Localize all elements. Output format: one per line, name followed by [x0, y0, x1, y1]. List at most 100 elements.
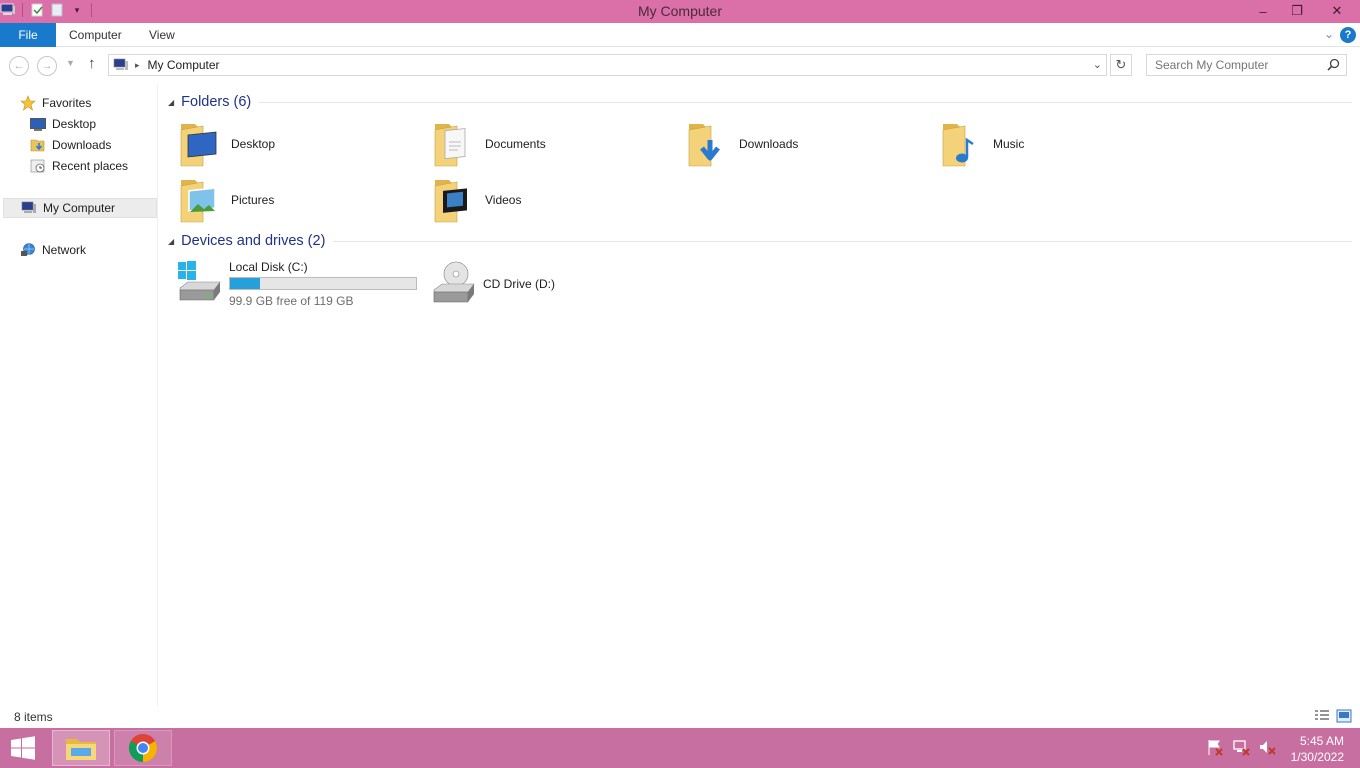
refresh-button[interactable]: ↻ [1110, 54, 1132, 76]
nav-item-label: Downloads [52, 138, 112, 152]
start-button[interactable] [8, 736, 42, 760]
taskbar-clock[interactable]: 5:45 AM 1/30/2022 [1291, 733, 1344, 765]
clock-time: 5:45 AM [1299, 734, 1344, 748]
hard-drive-icon [178, 261, 221, 301]
clock-date: 1/30/2022 [1290, 750, 1344, 764]
tile-label: Music [993, 137, 1025, 151]
nav-item-label: My Computer [43, 201, 116, 215]
tab-computer[interactable]: Computer [69, 23, 122, 47]
folder-tile-desktop[interactable]: Desktop [178, 118, 275, 170]
nav-favorites-label: Favorites [42, 96, 92, 110]
address-dropdown-icon[interactable]: ⌄ [1093, 58, 1102, 71]
tile-label: Documents [485, 137, 546, 151]
folder-tile-music[interactable]: Music [940, 118, 1024, 170]
tile-label: Downloads [739, 137, 799, 151]
folders-group-header[interactable]: ◢ Folders (6) [168, 94, 1352, 110]
content-area: ◢ Folders (6) Desktop Documents Download… [160, 84, 1360, 706]
nav-item-label: Network [42, 243, 87, 257]
drive-tile-cd-drive[interactable]: CD Drive (D:) [430, 258, 555, 310]
windows-logo-icon [11, 736, 35, 760]
window-controls: – ❐ ✕ [1246, 0, 1360, 22]
drives-group-header[interactable]: ◢ Devices and drives (2) [168, 233, 1352, 249]
navigation-pane: Favorites Desktop Downloads Recent place… [0, 84, 158, 706]
collapse-triangle-icon[interactable]: ◢ [168, 98, 174, 107]
folder-tile-pictures[interactable]: Pictures [178, 174, 274, 226]
recent-places-icon [29, 158, 47, 174]
nav-favorites[interactable]: Favorites [19, 93, 91, 113]
breadcrumb[interactable]: My Computer [148, 58, 220, 72]
music-folder-icon [942, 124, 974, 167]
help-icon[interactable]: ? [1340, 27, 1356, 43]
ribbon: File Computer View ⌄ ? [0, 23, 1360, 47]
address-row: ← → ▼ ↑ ▸ My Computer ⌄ ↻ [0, 48, 1360, 82]
chrome-icon [129, 734, 157, 762]
divider [333, 240, 1352, 242]
tile-label: Desktop [231, 137, 276, 151]
nav-item-downloads[interactable]: Downloads [29, 135, 111, 155]
computer-icon [113, 58, 129, 72]
downloads-icon [29, 137, 47, 153]
drive-usage-bar [229, 277, 417, 290]
expand-ribbon-icon[interactable]: ⌄ [1324, 27, 1334, 41]
drive-free-space: 99.9 GB free of 119 GB [229, 294, 354, 308]
computer-icon [20, 200, 38, 216]
star-icon [19, 95, 37, 111]
folder-tile-videos[interactable]: Videos [432, 174, 521, 226]
network-status-icon[interactable] [1232, 738, 1250, 756]
nav-item-recent-places[interactable]: Recent places [29, 156, 128, 176]
nav-item-my-computer[interactable]: My Computer [3, 198, 157, 218]
folder-tile-documents[interactable]: Documents [432, 118, 546, 170]
divider [259, 101, 1352, 103]
status-bar: 8 items [0, 706, 1360, 728]
recent-locations-icon[interactable]: ▼ [66, 58, 75, 68]
drive-usage-fill [230, 278, 260, 289]
minimize-button[interactable]: – [1246, 0, 1280, 22]
group-title: Devices and drives (2) [181, 233, 326, 249]
large-icons-view-icon[interactable] [1336, 709, 1352, 723]
action-center-flag-icon[interactable] [1206, 738, 1224, 756]
address-bar[interactable]: ▸ My Computer ⌄ [108, 54, 1107, 76]
tab-file[interactable]: File [0, 23, 56, 47]
taskbar: 5:45 AM 1/30/2022 [0, 728, 1360, 768]
desktop-folder-icon [180, 124, 217, 167]
back-button[interactable]: ← [9, 56, 29, 76]
restore-button[interactable]: ❐ [1280, 0, 1314, 22]
tile-label: Pictures [231, 193, 275, 207]
file-explorer-icon [66, 739, 96, 760]
search-box[interactable] [1146, 54, 1347, 76]
nav-item-label: Recent places [52, 159, 129, 173]
documents-folder-icon [434, 124, 466, 167]
tile-label: Videos [485, 193, 522, 207]
breadcrumb-chevron-icon[interactable]: ▸ [135, 60, 140, 71]
window-title: My Computer [637, 3, 723, 19]
downloads-folder-icon [688, 124, 720, 167]
taskbar-file-explorer[interactable] [52, 730, 110, 766]
nav-item-label: Desktop [52, 117, 97, 131]
close-button[interactable]: ✕ [1314, 0, 1360, 22]
drive-info: Local Disk (C:) 99.9 GB free of 119 GB [229, 260, 417, 308]
search-input[interactable] [1147, 55, 1317, 75]
drive-tile-local-disk[interactable]: Local Disk (C:) 99.9 GB free of 119 GB [176, 258, 417, 310]
nav-item-network[interactable]: Network [19, 240, 86, 260]
collapse-triangle-icon[interactable]: ◢ [168, 237, 174, 246]
system-tray [1206, 738, 1276, 756]
videos-folder-icon [434, 180, 467, 223]
tab-view[interactable]: View [149, 23, 175, 47]
forward-button[interactable]: → [37, 56, 57, 76]
taskbar-chrome[interactable] [114, 730, 172, 766]
title-bar: ▾ My Computer – ❐ ✕ [0, 0, 1360, 23]
group-title: Folders (6) [181, 94, 252, 110]
details-view-icon[interactable] [1314, 709, 1330, 723]
search-icon[interactable] [1327, 58, 1340, 74]
network-icon [19, 242, 37, 258]
pictures-folder-icon [180, 180, 216, 223]
up-icon[interactable]: ↑ [88, 55, 96, 72]
cd-drive-icon [433, 261, 475, 303]
volume-muted-icon[interactable] [1258, 738, 1276, 756]
tile-label: CD Drive (D:) [483, 277, 555, 291]
nav-item-desktop[interactable]: Desktop [29, 114, 96, 134]
drive-label: Local Disk (C:) [229, 260, 308, 274]
folder-tile-downloads[interactable]: Downloads [686, 118, 798, 170]
item-count: 8 items [14, 710, 53, 724]
desktop-icon [29, 116, 47, 132]
